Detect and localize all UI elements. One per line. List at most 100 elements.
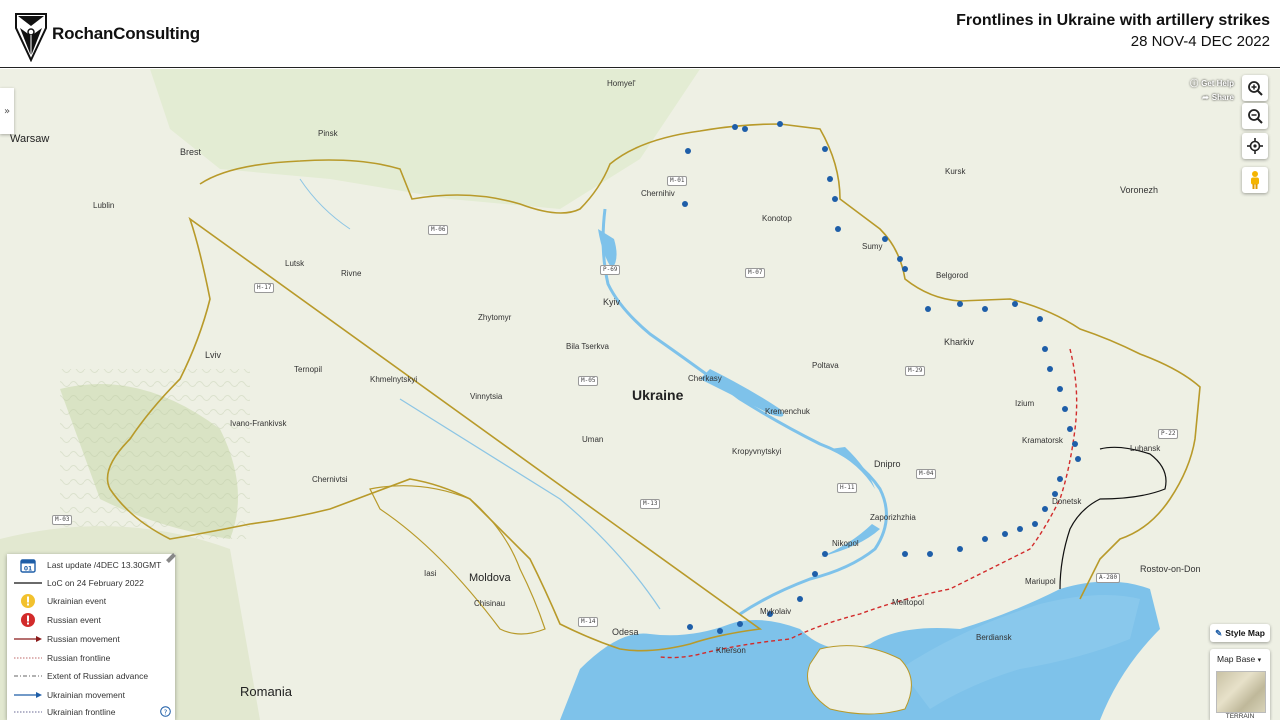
label-kramatorsk: Kramatorsk <box>1022 436 1063 445</box>
brand-name: RochanConsulting <box>52 24 200 43</box>
label-brest: Brest <box>180 147 202 157</box>
get-help-link[interactable]: ⓘ Get Help <box>1190 78 1234 89</box>
label-zaporizhzhia: Zaporizhzhia <box>870 513 916 522</box>
edit-pencil-icon[interactable] <box>163 548 179 564</box>
svg-text:?: ? <box>164 708 168 716</box>
label-ternopil: Ternopil <box>294 365 323 374</box>
label-cherkasy: Cherkasy <box>688 374 722 383</box>
calendar-icon: 01 <box>20 558 36 573</box>
russian-event-icon <box>21 613 35 627</box>
road-shield: A-280 <box>1096 573 1121 583</box>
locate-button[interactable] <box>1242 133 1268 159</box>
zoom-in-button[interactable] <box>1242 75 1268 101</box>
label-uman: Uman <box>582 435 604 444</box>
label-lublin: Lublin <box>93 201 115 210</box>
label-chernihiv: Chernihiv <box>641 189 675 198</box>
label-ivano-frankivsk: Ivano-Frankivsk <box>230 419 287 428</box>
label-konotop: Konotop <box>762 214 792 223</box>
road-shield: P-69 <box>600 265 621 275</box>
label-voronezh: Voronezh <box>1120 185 1159 195</box>
label-donetsk: Donetsk <box>1052 497 1082 506</box>
road-shield: M-06 <box>428 225 449 235</box>
title-block: Frontlines in Ukraine with artillery str… <box>956 12 1270 50</box>
sidebar-toggle-button[interactable]: » <box>0 88 14 134</box>
russian-frontline-icon <box>14 657 42 659</box>
label-warsaw: Warsaw <box>10 133 50 145</box>
label-kropyvnytskyi: Kropyvnytskyi <box>732 447 782 456</box>
label-kremenchuk: Kremenchuk <box>765 407 810 416</box>
label-romania: Romania <box>240 684 293 699</box>
street-view-button[interactable] <box>1242 167 1268 193</box>
terrain-label: TERRAIN <box>1225 713 1255 720</box>
label-lviv: Lviv <box>205 350 222 360</box>
label-vinnytsia: Vinnytsia <box>470 392 503 401</box>
road-shield: M-05 <box>578 376 599 386</box>
road-shield: M-03 <box>52 515 73 525</box>
style-map-button[interactable]: ✎ Style Map <box>1210 624 1270 642</box>
header-bar: RochanConsulting Frontlines in Ukraine w… <box>0 0 1280 68</box>
road-shield: M-01 <box>667 176 688 186</box>
label-belgorod: Belgorod <box>936 271 969 280</box>
road-shield: P-22 <box>1158 429 1179 439</box>
label-iasi: Iasi <box>424 569 437 578</box>
street-view-icon <box>1251 171 1259 189</box>
pen-nib-logo-icon <box>15 13 47 62</box>
label-melitopol: Melitopol <box>892 598 925 607</box>
label-dnipro: Dnipro <box>874 459 901 469</box>
label-bila-tserkva: Bila Tserkva <box>566 342 609 351</box>
label-odesa: Odesa <box>612 627 639 637</box>
label-luhansk: Luhansk <box>1130 444 1161 453</box>
label-poltava: Poltava <box>812 361 839 370</box>
brush-icon: ✎ <box>1215 627 1223 638</box>
svg-text:01: 01 <box>24 565 32 572</box>
legend-item-russian-frontline: Russian frontline <box>13 651 110 665</box>
road-shield: M-04 <box>916 469 937 479</box>
map-base-label: Map Base ▾ <box>1217 654 1262 664</box>
label-khmelnytskyi: Khmelnytskyi <box>370 375 418 384</box>
ukrainian-frontline-icon <box>14 711 42 713</box>
legend-item-last-update: 01 Last update /4DEC 13.30GMT <box>13 558 161 573</box>
label-sumy: Sumy <box>862 242 883 251</box>
label-kursk: Kursk <box>945 167 966 176</box>
label-chisinau: Chisinau <box>474 599 506 608</box>
label-moldova: Moldova <box>469 572 511 584</box>
label-izium: Izium <box>1015 399 1035 408</box>
locate-icon <box>1247 138 1263 154</box>
date-range: 28 NOV-4 DEC 2022 <box>1130 33 1270 50</box>
share-icon: ➦ <box>1202 93 1209 102</box>
russian-movement-arrow-icon <box>14 636 42 642</box>
label-lutsk: Lutsk <box>285 259 305 268</box>
label-rostov: Rostov-on-Don <box>1140 564 1201 574</box>
help-circle-icon[interactable]: ? <box>160 706 171 717</box>
road-shield: M-14 <box>578 617 599 627</box>
road-shield: H-17 <box>254 283 275 293</box>
road-shield: M-07 <box>745 268 766 278</box>
legend-item-russian-extent: Extent of Russian advance <box>13 669 148 683</box>
legend-item-loc: LoC on 24 February 2022 <box>13 576 144 590</box>
zoom-out-button[interactable] <box>1242 103 1268 129</box>
map-base-selector[interactable]: Map Base ▾ TERRAIN <box>1210 649 1270 720</box>
terrain-thumbnail[interactable] <box>1216 671 1266 713</box>
legend-item-ukrainian-movement: Ukrainian movement <box>13 688 125 702</box>
label-rivne: Rivne <box>341 269 362 278</box>
legend-item-ukrainian-frontline: Ukrainian frontline <box>13 705 116 719</box>
page-title: Frontlines in Ukraine with artillery str… <box>956 12 1270 29</box>
label-chernivtsi: Chernivtsi <box>312 475 348 484</box>
map-legend: 01 Last update /4DEC 13.30GMT LoC on 24 … <box>7 553 176 720</box>
loc-line-icon <box>14 582 42 584</box>
brand-logo[interactable]: RochanConsulting <box>14 6 200 62</box>
label-kyiv: Kyiv <box>603 297 621 307</box>
share-link[interactable]: ➦ Share <box>1202 93 1234 102</box>
road-shield: M-13 <box>640 499 661 509</box>
road-shield: H-11 <box>837 483 858 493</box>
label-kharkiv: Kharkiv <box>944 337 975 347</box>
map-canvas[interactable]: » Ukraine Moldova Romania Warsaw Brest K… <box>0 69 1280 720</box>
label-mariupol: Mariupol <box>1025 577 1056 586</box>
legend-item-russian-event: Russian event <box>13 613 101 627</box>
help-icon: ⓘ <box>1190 79 1199 88</box>
road-shield: M-29 <box>905 366 926 376</box>
label-gomel: Homyel' <box>607 79 636 88</box>
zoom-in-icon <box>1248 81 1263 96</box>
ukrainian-movement-arrow-icon <box>14 692 42 698</box>
label-kherson: Kherson <box>716 646 746 655</box>
